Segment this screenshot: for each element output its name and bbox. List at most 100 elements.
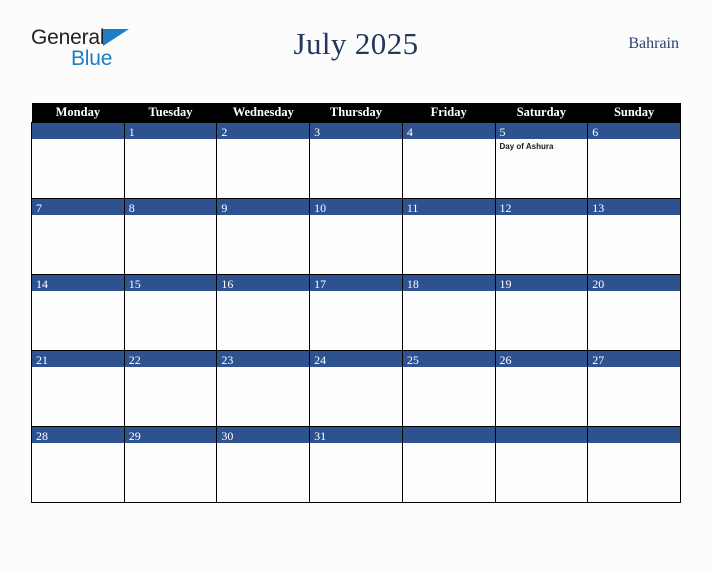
weekday-header-tuesday: Tuesday xyxy=(124,103,217,123)
day-events xyxy=(588,443,680,446)
day-number: 23 xyxy=(221,353,234,367)
calendar-grid: Monday Tuesday Wednesday Thursday Friday… xyxy=(31,103,681,503)
day-number: 4 xyxy=(406,125,413,139)
day-number: 25 xyxy=(406,353,419,367)
day-number-band: 7 xyxy=(32,199,124,215)
calendar-day-cell[interactable]: 13 xyxy=(587,198,681,275)
calendar-day-cell[interactable]: 5 Day of Ashura xyxy=(494,122,589,199)
day-number-band: 27 xyxy=(588,351,680,367)
page-title: July 2025 xyxy=(293,26,419,61)
calendar-day-cell[interactable]: 21 xyxy=(31,350,125,427)
calendar-body: 1 2 3 4 5 Day of Ashura 6 7 8 9 10 11 12 13 14 15 16 17 18… xyxy=(31,122,681,503)
holiday-event-label: Day of Ashura xyxy=(499,142,554,151)
page-header: General Blue July 2025 Bahrain xyxy=(31,22,681,80)
day-number: 30 xyxy=(221,429,234,443)
day-number: 5 xyxy=(499,125,506,139)
calendar-day-cell[interactable]: 1 xyxy=(123,122,218,199)
calendar-day-cell[interactable]: 3 xyxy=(309,122,403,199)
calendar-day-cell[interactable]: 30 xyxy=(216,426,311,503)
weekday-header-monday: Monday xyxy=(31,103,125,123)
calendar-day-cell[interactable]: 6 xyxy=(587,122,681,199)
day-events xyxy=(588,139,680,142)
day-number: 20 xyxy=(592,277,605,291)
day-number-band: 6 xyxy=(588,123,680,139)
calendar-day-cell[interactable]: 8 xyxy=(123,198,218,275)
day-number-band xyxy=(32,123,124,139)
day-number: 7 xyxy=(36,201,42,215)
calendar-day-cell[interactable]: 2 xyxy=(216,122,311,199)
day-number: 6 xyxy=(592,125,599,139)
calendar-day-cell[interactable]: 11 xyxy=(401,198,496,275)
day-number-band: 20 xyxy=(588,275,680,291)
calendar-empty-cell[interactable] xyxy=(587,426,681,503)
weekday-header-saturday: Saturday xyxy=(495,103,588,123)
calendar-week-row: 28 29 30 31 xyxy=(31,426,681,503)
day-number: 17 xyxy=(314,277,327,291)
calendar-day-cell[interactable]: 18 xyxy=(401,274,496,351)
day-number-band xyxy=(588,427,680,443)
day-events xyxy=(310,139,402,142)
day-number-band: 15 xyxy=(124,275,217,291)
day-number-band: 8 xyxy=(124,199,217,215)
day-number: 10 xyxy=(314,201,327,215)
calendar-day-cell[interactable]: 24 xyxy=(309,350,403,427)
calendar-day-cell[interactable]: 27 xyxy=(587,350,681,427)
day-number: 18 xyxy=(406,277,419,291)
day-number-band: 18 xyxy=(402,275,495,291)
day-number-band: 11 xyxy=(402,199,495,215)
calendar-day-cell[interactable]: 29 xyxy=(123,426,218,503)
day-number-band: 21 xyxy=(32,351,124,367)
calendar-day-cell[interactable]: 16 xyxy=(216,274,311,351)
day-number-band: 28 xyxy=(32,427,124,443)
day-number: 14 xyxy=(36,277,48,291)
calendar-day-cell[interactable]: 15 xyxy=(123,274,218,351)
day-number: 26 xyxy=(499,353,512,367)
day-number-band: 2 xyxy=(217,123,310,139)
day-events xyxy=(496,443,588,446)
calendar-empty-cell[interactable] xyxy=(31,122,125,199)
calendar-day-cell[interactable]: 25 xyxy=(401,350,496,427)
day-number: 1 xyxy=(128,125,135,139)
weekday-header-friday: Friday xyxy=(402,103,496,123)
day-number-band: 10 xyxy=(310,199,402,215)
calendar-day-cell[interactable]: 17 xyxy=(309,274,403,351)
calendar-day-cell[interactable]: 31 xyxy=(309,426,403,503)
day-number: 2 xyxy=(221,125,228,139)
calendar-day-cell[interactable]: 12 xyxy=(494,198,589,275)
calendar-day-cell[interactable]: 14 xyxy=(31,274,125,351)
day-number-band: 24 xyxy=(310,351,402,367)
calendar-day-cell[interactable]: 23 xyxy=(216,350,311,427)
calendar-day-cell[interactable]: 26 xyxy=(494,350,589,427)
day-number: 22 xyxy=(128,353,141,367)
calendar-day-cell[interactable]: 20 xyxy=(587,274,681,351)
calendar-header-row: Monday Tuesday Wednesday Thursday Friday… xyxy=(31,103,681,123)
day-number: 28 xyxy=(36,429,48,443)
day-number-band: 19 xyxy=(495,275,588,291)
day-number-band: 9 xyxy=(217,199,310,215)
day-number-band: 31 xyxy=(310,427,402,443)
day-number-band: 5 xyxy=(495,123,588,139)
day-number-band: 1 xyxy=(124,123,217,139)
day-number: 9 xyxy=(221,201,228,215)
day-events: Day of Ashura xyxy=(496,139,588,152)
calendar-week-row: 21 22 23 24 25 26 27 xyxy=(31,350,681,427)
day-number: 27 xyxy=(592,353,605,367)
calendar-day-cell[interactable]: 7 xyxy=(31,198,125,275)
calendar-empty-cell[interactable] xyxy=(494,426,589,503)
day-number-band: 14 xyxy=(32,275,124,291)
day-number-band: 12 xyxy=(495,199,588,215)
calendar-day-cell[interactable]: 4 xyxy=(401,122,496,199)
calendar-day-cell[interactable]: 28 xyxy=(31,426,125,503)
calendar-day-cell[interactable]: 19 xyxy=(494,274,589,351)
day-number: 8 xyxy=(128,201,135,215)
day-number: 31 xyxy=(314,429,327,443)
country-label: Bahrain xyxy=(628,35,679,52)
day-number: 21 xyxy=(36,353,48,367)
calendar-empty-cell[interactable] xyxy=(401,426,496,503)
calendar-day-cell[interactable]: 10 xyxy=(309,198,403,275)
calendar-day-cell[interactable]: 9 xyxy=(216,198,311,275)
day-events xyxy=(403,139,495,142)
day-number-band: 17 xyxy=(310,275,402,291)
day-events xyxy=(217,215,309,218)
calendar-day-cell[interactable]: 22 xyxy=(123,350,218,427)
